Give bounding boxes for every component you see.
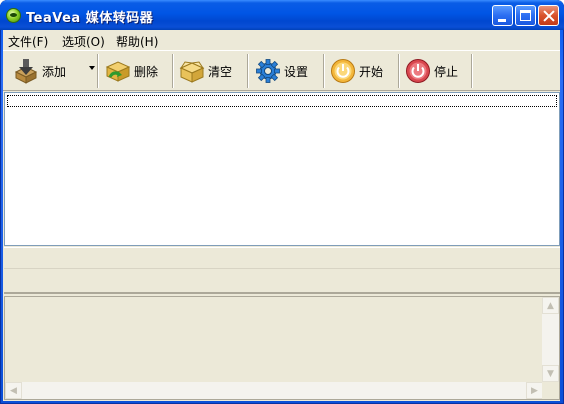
menu-help[interactable]: 帮助(H): [116, 33, 158, 50]
toolbar-separator: [471, 54, 473, 88]
power-start-icon: [331, 59, 355, 83]
start-button[interactable]: 开始: [330, 53, 383, 89]
maximize-button[interactable]: [515, 5, 536, 26]
app-logo-icon[interactable]: [6, 8, 21, 23]
delete-button[interactable]: 删除: [105, 53, 158, 89]
gear-icon: [256, 59, 280, 83]
settings-button-label: 设置: [284, 64, 309, 79]
add-dropdown-arrow-icon[interactable]: [89, 66, 95, 70]
start-button-label: 开始: [359, 64, 384, 79]
delete-button-label: 删除: [134, 64, 159, 79]
window-title: TeaVea 媒体转码器: [26, 11, 154, 26]
box-clear-icon: [179, 61, 205, 83]
vertical-scrollbar[interactable]: ▲ ▼: [542, 297, 559, 382]
stop-button-label: 停止: [434, 64, 459, 79]
chevron-down-icon: ▼: [547, 368, 554, 379]
toolbar-separator: [172, 54, 174, 88]
file-list[interactable]: [4, 92, 560, 246]
list-focus-row[interactable]: [7, 95, 557, 107]
app-window: TeaVea 媒体转码器 文件(F) 选项(O) 帮助(H) 添加 删除 清空 …: [0, 0, 564, 404]
box-delete-icon: [105, 61, 131, 82]
toolbar-separator: [247, 54, 249, 88]
scroll-right-button[interactable]: ▶: [526, 382, 543, 399]
add-download-icon: [14, 59, 38, 84]
status-bar-1: [4, 247, 560, 269]
minimize-icon: [498, 19, 506, 22]
stop-button[interactable]: 停止: [405, 53, 458, 89]
minimize-button[interactable]: [492, 5, 513, 26]
menu-options[interactable]: 选项(O): [62, 33, 105, 50]
clear-button-label: 清空: [208, 64, 233, 79]
menu-file[interactable]: 文件(F): [8, 33, 48, 50]
toolbar: 添加 删除 清空 设置 开始 停止: [3, 50, 560, 91]
toolbar-separator: [398, 54, 400, 88]
scroll-down-button[interactable]: ▼: [542, 365, 559, 382]
toolbar-separator: [97, 54, 99, 88]
settings-button[interactable]: 设置: [255, 53, 308, 89]
scroll-up-button[interactable]: ▲: [542, 297, 559, 314]
title-bar[interactable]: TeaVea 媒体转码器: [0, 0, 564, 30]
horizontal-scrollbar[interactable]: ◀ ▶: [5, 382, 543, 399]
scroll-left-button[interactable]: ◀: [5, 382, 22, 399]
log-panel[interactable]: ▲ ▼ ◀ ▶: [4, 296, 560, 400]
scrollbar-corner: [542, 382, 559, 399]
power-stop-icon: [406, 59, 430, 83]
menu-bar: 文件(F) 选项(O) 帮助(H): [3, 30, 560, 50]
clear-button[interactable]: 清空: [179, 53, 232, 89]
add-button-label: 添加: [42, 64, 67, 79]
client-area: 文件(F) 选项(O) 帮助(H) 添加 删除 清空 设置 开始 停止 ▲ ▼ …: [3, 30, 560, 401]
close-button[interactable]: [538, 5, 559, 26]
chevron-up-icon: ▲: [547, 300, 554, 311]
toolbar-separator: [323, 54, 325, 88]
add-button[interactable]: 添加: [13, 53, 66, 89]
chevron-left-icon: ◀: [10, 385, 17, 396]
chevron-right-icon: ▶: [531, 385, 538, 396]
status-bar-2: [4, 270, 560, 294]
maximize-icon: [520, 10, 531, 21]
